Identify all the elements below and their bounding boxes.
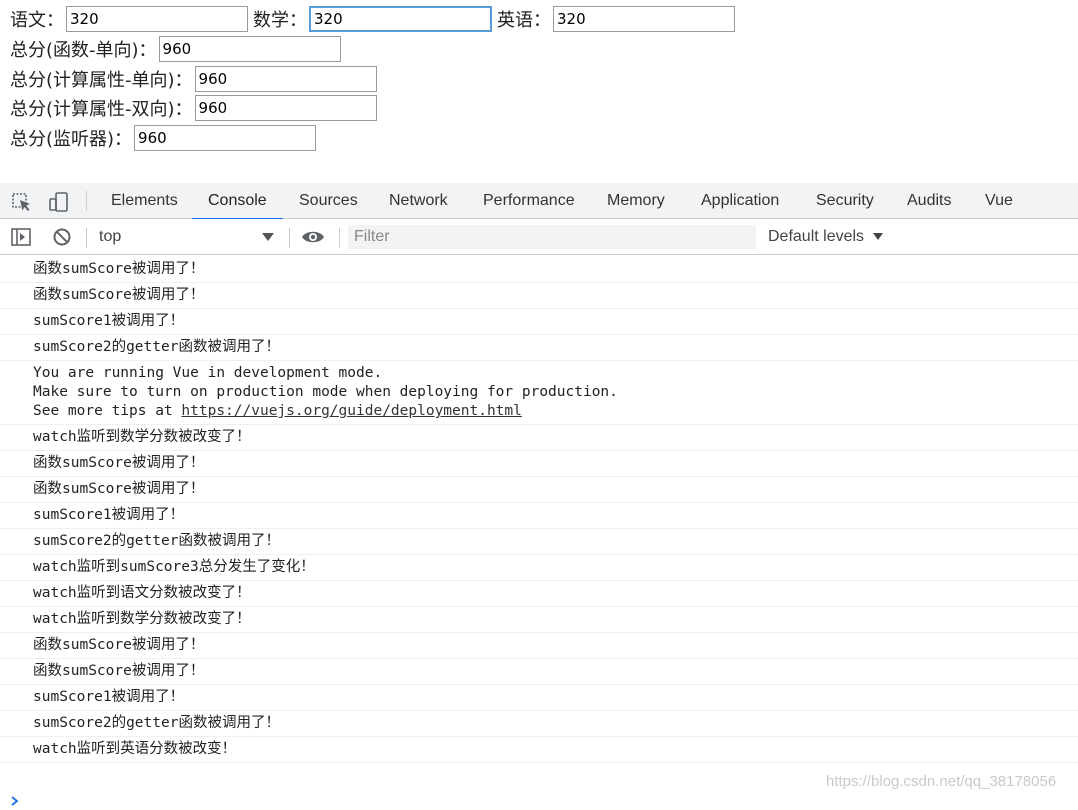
console-message-text: 函数sumScore被调用了！ (33, 455, 205, 471)
console-message: watch监听到语文分数被改变了！ (0, 581, 1078, 607)
console-message-text: Make sure to turn on production mode whe… (33, 384, 618, 400)
total-computed-one-row: 总分(计算属性-单向)： (10, 65, 377, 93)
console-message: 函数sumScore被调用了！ (0, 477, 1078, 503)
sidebar-toggle-icon[interactable] (10, 226, 32, 248)
console-message-text: sumScore1被调用了！ (33, 313, 185, 329)
console-message: You are running Vue in development mode.… (0, 361, 1078, 425)
console-message: sumScore2的getter函数被调用了！ (0, 335, 1078, 361)
console-message-text: watch监听到数学分数被改变了！ (33, 429, 251, 445)
vue-deployment-link[interactable]: https://vuejs.org/guide/deployment.html (181, 403, 521, 419)
console-message-text: watch监听到英语分数被改变！ (33, 741, 237, 757)
total-func-input[interactable] (158, 36, 341, 62)
console-message-text: You are running Vue in development mode. (33, 365, 383, 381)
english-label: 英语： (497, 10, 551, 31)
total-computed-two-row: 总分(计算属性-双向)： (10, 94, 377, 122)
chinese-score-input[interactable] (66, 6, 248, 32)
total-watch-row: 总分(监听器)： (10, 124, 317, 152)
page-content: 语文： 数学： 英语： 总分(函数-单向)： 总分(计算属性-单向)： 总分(计… (0, 0, 1078, 183)
console-tips-line: See more tips at https://vuejs.org/guide… (33, 402, 1078, 421)
device-toolbar-icon[interactable] (48, 191, 70, 213)
total-computed-two-input[interactable] (194, 95, 377, 121)
tab-memory[interactable]: Memory (607, 183, 665, 219)
console-message-text: sumScore1被调用了！ (33, 689, 185, 705)
console-message: 函数sumScore被调用了！ (0, 451, 1078, 477)
devtools-tabbar: Elements Console Sources Network Perform… (0, 183, 1078, 220)
console-message: sumScore1被调用了！ (0, 685, 1078, 711)
console-message: sumScore2的getter函数被调用了！ (0, 711, 1078, 737)
console-message: sumScore1被调用了！ (0, 503, 1078, 529)
toolbar-separator (86, 228, 87, 248)
console-message-text: sumScore2的getter函数被调用了！ (33, 715, 280, 731)
console-prompt-icon[interactable] (10, 791, 20, 806)
tab-elements[interactable]: Elements (111, 183, 178, 219)
console-message: watch监听到数学分数被改变了！ (0, 607, 1078, 633)
console-message: watch监听到英语分数被改变！ (0, 737, 1078, 763)
console-message-text: sumScore1被调用了！ (33, 507, 185, 523)
console-message: 函数sumScore被调用了！ (0, 659, 1078, 685)
tabbar-separator (86, 191, 87, 211)
console-message-text: sumScore2的getter函数被调用了！ (33, 339, 280, 355)
console-message: sumScore2的getter函数被调用了！ (0, 529, 1078, 555)
tab-vue[interactable]: Vue (985, 183, 1013, 219)
tab-console[interactable]: Console (192, 183, 283, 220)
total-computed-one-input[interactable] (194, 66, 377, 92)
console-tips-prefix: See more tips at (33, 403, 182, 419)
console-message: 函数sumScore被调用了！ (0, 633, 1078, 659)
console-message-text: watch监听到语文分数被改变了！ (33, 585, 251, 601)
tab-performance[interactable]: Performance (483, 183, 575, 219)
toolbar-separator (339, 228, 340, 248)
console-message: watch监听到数学分数被改变了！ (0, 425, 1078, 451)
console-message-text: 函数sumScore被调用了！ (33, 663, 205, 679)
default-levels-dropdown[interactable]: Default levels (768, 219, 864, 255)
console-message-text: 函数sumScore被调用了！ (33, 481, 205, 497)
console-message: sumScore1被调用了！ (0, 309, 1078, 335)
console-message-text: 函数sumScore被调用了！ (33, 287, 205, 303)
chinese-label: 语文： (10, 10, 64, 31)
console-message-text: watch监听到数学分数被改变了！ (33, 611, 251, 627)
total-computed-one-label: 总分(计算属性-单向)： (10, 70, 193, 91)
filter-input[interactable]: Filter (348, 225, 756, 249)
console-toolbar: top Filter Default levels (0, 219, 1078, 255)
watermark: https://blog.csdn.net/qq_38178056 (826, 773, 1057, 790)
scores-row: 语文： 数学： 英语： (10, 5, 735, 33)
chevron-down-icon[interactable] (262, 233, 274, 241)
english-score-input[interactable] (553, 6, 735, 32)
tab-audits[interactable]: Audits (907, 183, 951, 219)
tab-security[interactable]: Security (816, 183, 874, 219)
toolbar-separator (289, 228, 290, 248)
total-func-row: 总分(函数-单向)： (10, 35, 341, 63)
total-computed-two-label: 总分(计算属性-双向)： (10, 99, 193, 120)
math-score-input[interactable] (309, 6, 492, 32)
console-message-text: sumScore2的getter函数被调用了！ (33, 533, 280, 549)
inspect-element-icon[interactable] (11, 191, 33, 213)
levels-chevron-down-icon[interactable] (873, 233, 883, 240)
total-func-label: 总分(函数-单向)： (10, 40, 157, 61)
console-message-text: 函数sumScore被调用了！ (33, 637, 205, 653)
devtools-panel: Elements Console Sources Network Perform… (0, 183, 1078, 806)
context-selector[interactable]: top (99, 219, 121, 255)
math-label: 数学： (253, 10, 307, 31)
tab-network[interactable]: Network (389, 183, 448, 219)
tab-sources[interactable]: Sources (299, 183, 358, 219)
console-messages: 函数sumScore被调用了！ 函数sumScore被调用了！ sumScore1被… (0, 257, 1078, 763)
console-message: 函数sumScore被调用了！ (0, 257, 1078, 283)
total-watch-label: 总分(监听器)： (10, 129, 133, 150)
console-message-text: 函数sumScore被调用了！ (33, 261, 205, 277)
console-message: watch监听到sumScore3总分发生了变化！ (0, 555, 1078, 581)
total-watch-input[interactable] (134, 125, 317, 151)
eye-icon[interactable] (301, 226, 324, 248)
console-message-text: watch监听到sumScore3总分发生了变化！ (33, 559, 315, 575)
console-message: 函数sumScore被调用了！ (0, 283, 1078, 309)
clear-console-icon[interactable] (51, 226, 73, 248)
tab-application[interactable]: Application (701, 183, 779, 219)
